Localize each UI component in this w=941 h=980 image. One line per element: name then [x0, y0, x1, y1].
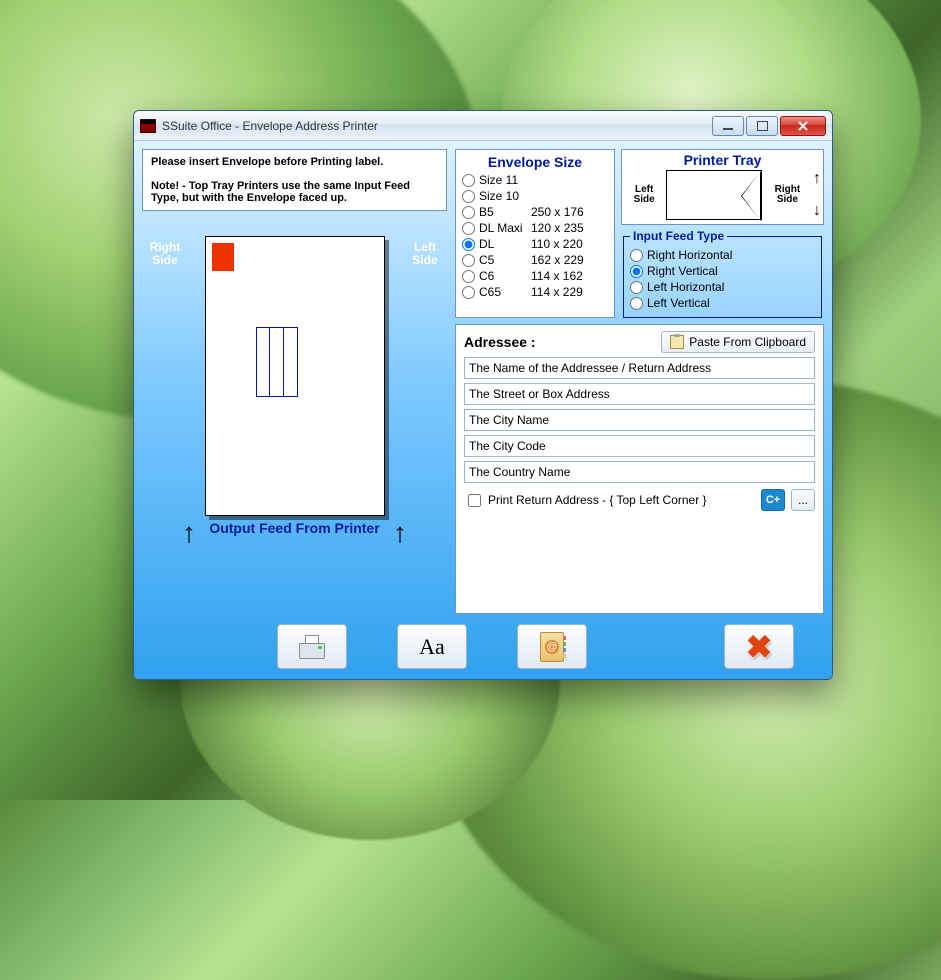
bottom-toolbar: Aa @ ✖ — [142, 620, 824, 671]
minimize-button[interactable] — [712, 116, 744, 136]
arrow-up-icon: ↑ — [813, 170, 821, 188]
envelope-size-title: Envelope Size — [462, 154, 608, 170]
titlebar[interactable]: SSuite Office - Envelope Address Printer — [134, 111, 832, 141]
cancel-button[interactable]: ✖ — [724, 624, 794, 669]
address-block-icon — [256, 327, 298, 397]
preview-left-side-label: Left Side — [405, 241, 445, 267]
addressee-city-input[interactable] — [464, 409, 815, 431]
size-option-c6[interactable]: C6114 x 162 — [462, 268, 608, 284]
addressee-panel: Adressee : Paste From Clipboard — [455, 324, 824, 614]
arrow-up-icon: ↑ — [182, 520, 196, 546]
printer-tray-title: Printer Tray — [624, 152, 821, 168]
instruction-line2: Note! - Top Tray Printers use the same I… — [151, 180, 410, 204]
printer-tray-panel: Printer Tray Left Side Right Side ↑ ↓ — [621, 149, 824, 225]
input-feed-legend: Input Feed Type — [630, 229, 727, 243]
instruction-line1: Please insert Envelope before Printing l… — [151, 156, 383, 168]
paste-from-clipboard-button[interactable]: Paste From Clipboard — [661, 331, 815, 353]
envelope-size-panel: Envelope Size Size 11 Size 10 B5250 x 17… — [455, 149, 615, 318]
instruction-box: Please insert Envelope before Printing l… — [142, 149, 447, 211]
input-feed-panel: Input Feed Type Right Horizontal Right V… — [623, 229, 822, 318]
size-option-dlmaxi[interactable]: DL Maxi120 x 235 — [462, 220, 608, 236]
cplus-button[interactable]: C+ — [761, 489, 785, 511]
close-window-button[interactable] — [780, 116, 826, 136]
address-book-icon: @ — [540, 632, 564, 662]
preview-right-side-label: Right Side — [144, 241, 186, 267]
size-option-size11[interactable]: Size 11 — [462, 172, 608, 188]
addressee-street-input[interactable] — [464, 383, 815, 405]
font-button[interactable]: Aa — [397, 624, 467, 669]
envelope-preview: Right Side Left Side ↑ ↑ Output Feed Fro… — [142, 211, 447, 614]
feed-option-right-vertical[interactable]: Right Vertical — [630, 263, 815, 279]
tray-right-label: Right Side — [764, 185, 811, 205]
size-option-size10[interactable]: Size 10 — [462, 188, 608, 204]
app-icon — [140, 119, 156, 133]
print-button[interactable] — [277, 624, 347, 669]
clipboard-icon — [670, 335, 684, 349]
window-title: SSuite Office - Envelope Address Printer — [162, 119, 378, 133]
addressee-code-input[interactable] — [464, 435, 815, 457]
envelope-page — [205, 236, 385, 516]
addressee-name-input[interactable] — [464, 357, 815, 379]
printer-icon — [297, 635, 327, 659]
output-feed-label: Output Feed From Printer — [209, 520, 379, 536]
print-return-address-checkbox[interactable]: Print Return Address - { Top Left Corner… — [464, 491, 707, 510]
arrow-up-icon: ↑ — [393, 520, 407, 546]
size-option-c65[interactable]: C65114 x 229 — [462, 284, 608, 300]
addressee-label: Adressee : — [464, 334, 536, 350]
size-option-b5[interactable]: B5250 x 176 — [462, 204, 608, 220]
addressee-country-input[interactable] — [464, 461, 815, 483]
client-area: Please insert Envelope before Printing l… — [134, 141, 832, 679]
feed-option-left-horizontal[interactable]: Left Horizontal — [630, 279, 815, 295]
font-icon: Aa — [419, 634, 445, 660]
more-button[interactable]: ... — [791, 489, 815, 511]
size-option-c5[interactable]: C5162 x 229 — [462, 252, 608, 268]
application-window: SSuite Office - Envelope Address Printer… — [133, 110, 833, 680]
arrow-down-icon: ↓ — [813, 202, 821, 220]
tray-envelope-icon — [666, 170, 762, 220]
stamp-icon — [212, 243, 234, 271]
feed-option-left-vertical[interactable]: Left Vertical — [630, 295, 815, 311]
address-book-button[interactable]: @ — [517, 624, 587, 669]
tray-left-label: Left Side — [624, 185, 664, 205]
maximize-button[interactable] — [746, 116, 778, 136]
close-x-icon: ✖ — [746, 628, 773, 666]
size-option-dl[interactable]: DL110 x 220 — [462, 236, 608, 252]
feed-option-right-horizontal[interactable]: Right Horizontal — [630, 247, 815, 263]
